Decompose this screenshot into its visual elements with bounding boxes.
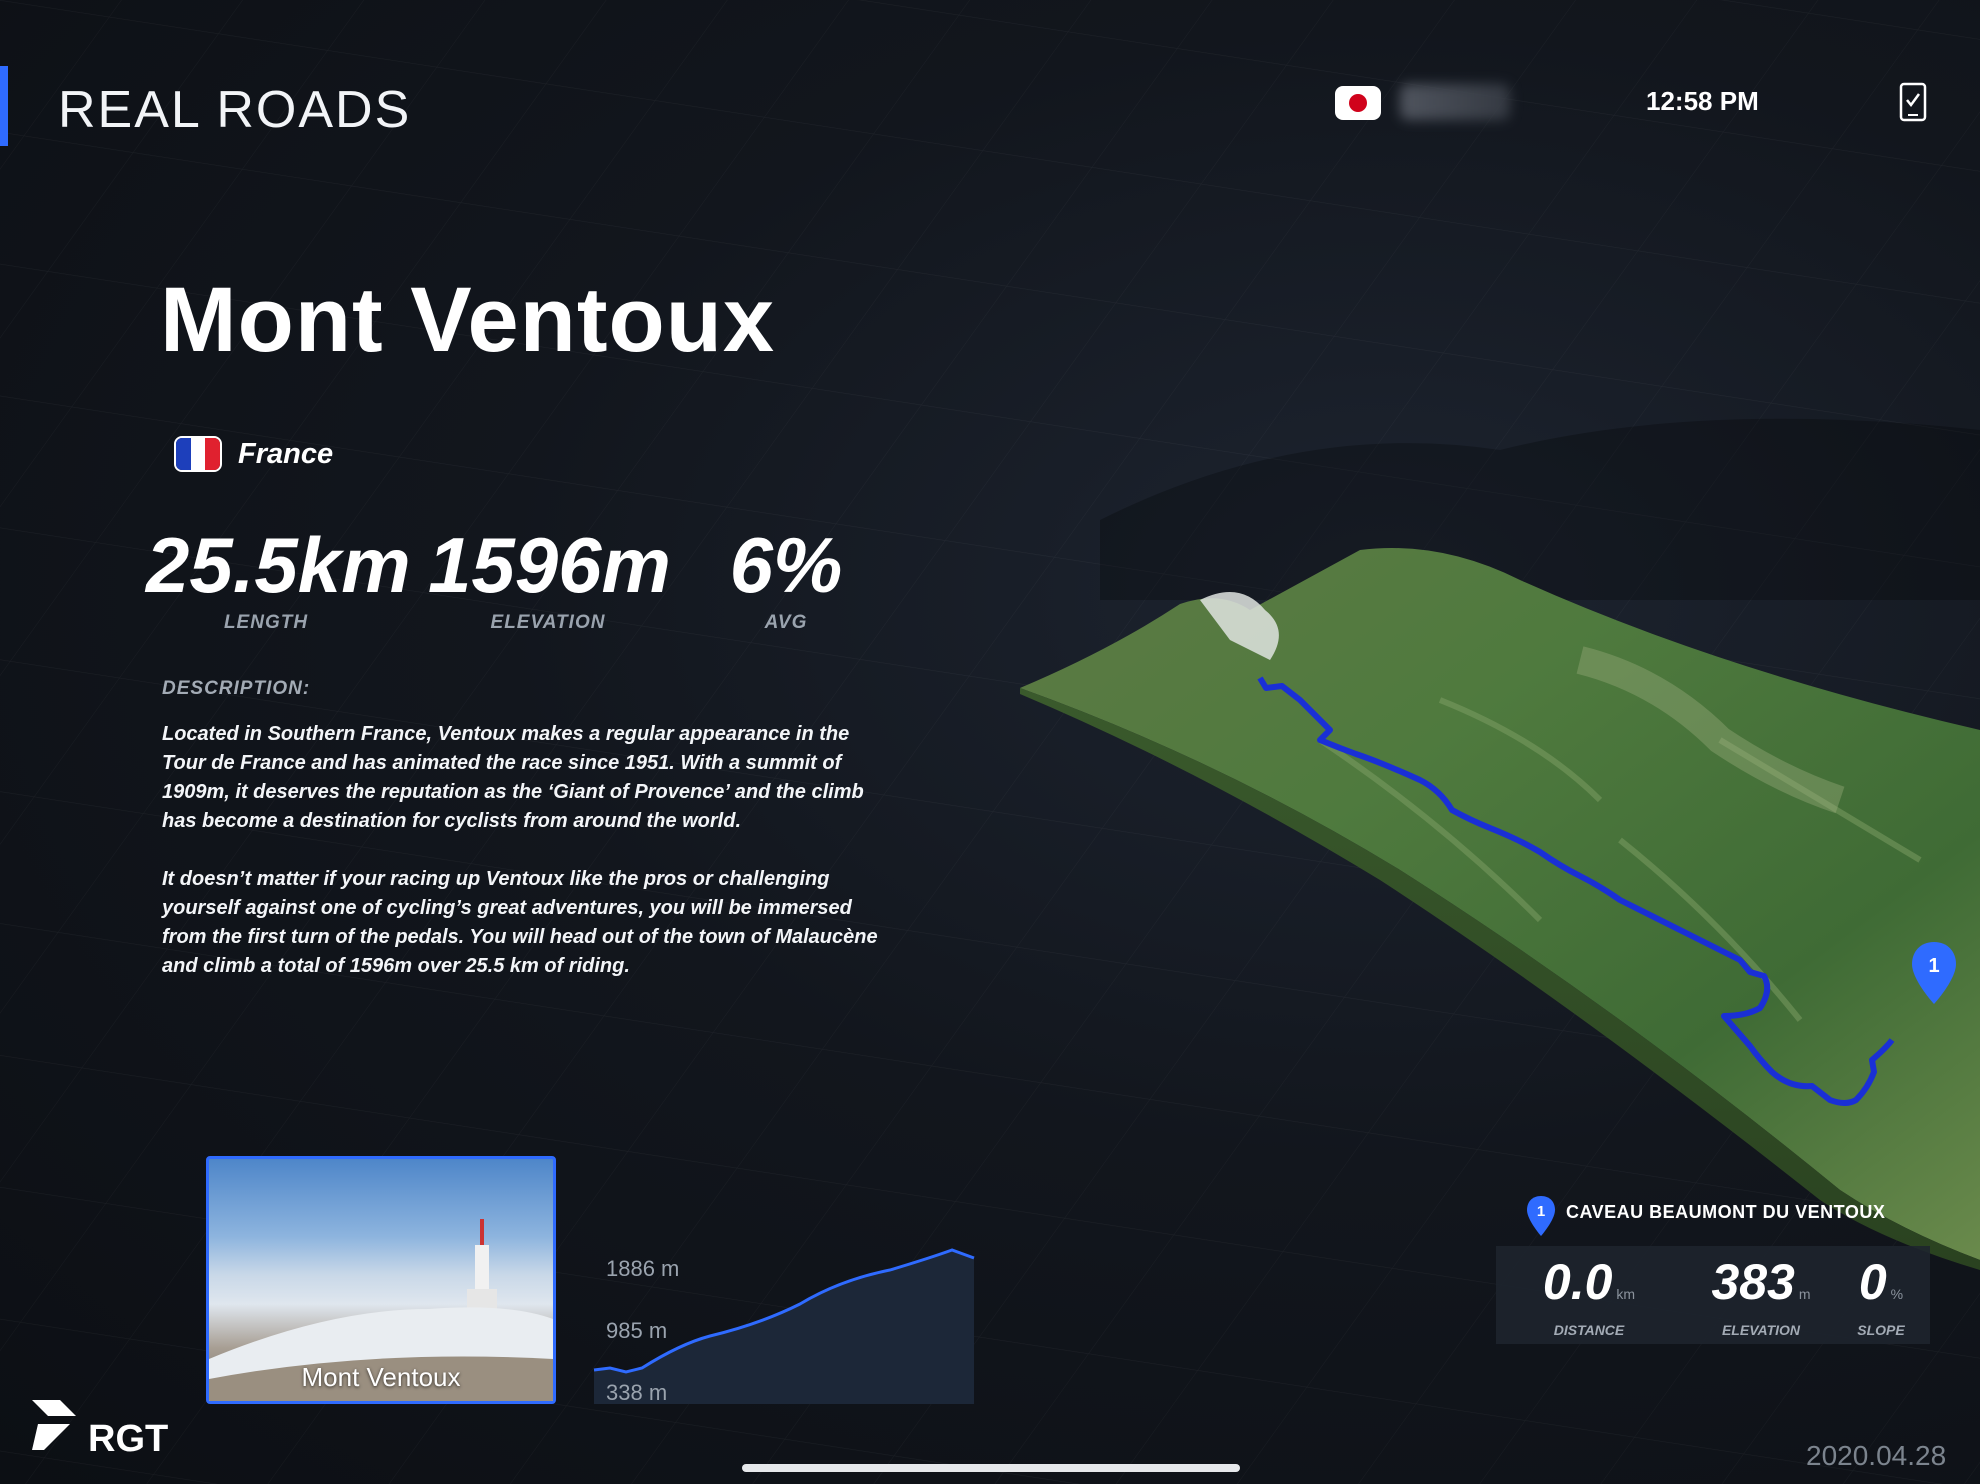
poi-stat-value: 383	[1711, 1254, 1795, 1310]
poi-stat-value: 0	[1858, 1254, 1887, 1310]
rgt-logo-text: RGT	[88, 1418, 169, 1460]
stat-avg: 6% AVG	[706, 520, 866, 634]
poi-marker-number: 1	[1537, 1203, 1545, 1220]
poi-marker-icon: 1	[1527, 1196, 1555, 1236]
user-name-blurred[interactable]	[1400, 84, 1510, 120]
route-photo-card[interactable]: Mont Ventoux	[206, 1156, 556, 1404]
photo-caption: Mont Ventoux	[301, 1362, 461, 1392]
poi-name: CAVEAU BEAUMONT DU VENTOUX	[1566, 1202, 1886, 1222]
home-indicator[interactable]	[742, 1464, 1240, 1472]
screenshot-date: 2020.04.28	[1806, 1440, 1947, 1471]
stat-label: AVG	[764, 612, 808, 633]
description-paragraph: Located in Southern France, Ventoux make…	[162, 723, 864, 832]
stat-value: 25.5km	[146, 521, 411, 609]
map-poi-number: 1	[1928, 955, 1939, 977]
poi-stat-unit: km	[1616, 1286, 1636, 1302]
profile-label-mid: 985 m	[606, 1318, 668, 1343]
stat-value: 1596m	[428, 521, 671, 609]
poi-stat-slope: 0% SLOPE	[1846, 1254, 1916, 1338]
poi-stat-distance: 0.0 km DISTANCE	[1524, 1254, 1654, 1338]
app-title: REAL ROADS	[58, 81, 412, 139]
poi-stat-unit: %	[1890, 1286, 1904, 1302]
stat-elevation: 1596m ELEVATION	[428, 520, 671, 634]
poi-stat-elevation: 383 m ELEVATION	[1696, 1254, 1826, 1338]
france-flag-icon	[174, 436, 222, 472]
description-label: DESCRIPTION:	[162, 678, 311, 699]
country-name: France	[238, 438, 334, 470]
description-paragraph: It doesn’t matter if your racing up Vent…	[162, 868, 878, 977]
clock: 12:58 PM	[1646, 86, 1759, 116]
poi-stat-label: ELEVATION	[1721, 1322, 1801, 1338]
stat-length: 25.5km LENGTH	[146, 520, 411, 634]
stat-value: 6%	[729, 521, 843, 609]
poi-stat-value: 0.0	[1542, 1254, 1613, 1310]
phone-check-icon[interactable]	[1898, 82, 1928, 122]
terrain-3d-map[interactable]: 1	[1020, 540, 1980, 1270]
poi-stat-unit: m	[1798, 1286, 1811, 1302]
stat-label: LENGTH	[223, 612, 309, 633]
route-title: Mont Ventoux	[160, 269, 776, 371]
profile-label-max: 1886 m	[606, 1256, 680, 1281]
profile-label-min: 338 m	[606, 1380, 668, 1405]
description: Located in Southern France, Ventoux make…	[162, 720, 892, 1010]
stat-label: ELEVATION	[490, 612, 606, 633]
header-accent-bar	[0, 66, 8, 146]
japan-flag-icon	[1335, 86, 1381, 120]
poi-stats-panel: 0.0 km DISTANCE 383 m ELEVATION 0% SLOPE	[1496, 1246, 1930, 1344]
poi-stat-label: SLOPE	[1857, 1322, 1905, 1338]
rgt-logo-icon	[32, 1400, 76, 1450]
poi-stat-label: DISTANCE	[1553, 1322, 1625, 1338]
